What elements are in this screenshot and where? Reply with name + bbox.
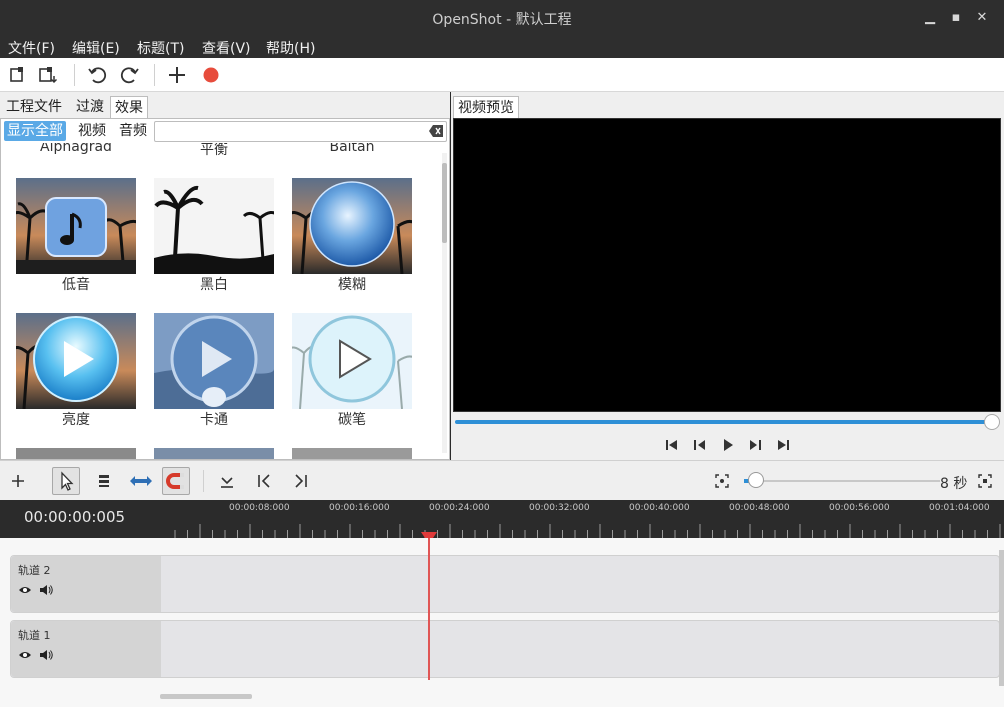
filter-bar: 显示全部 视频 音频 — [1, 119, 449, 143]
speaker-icon[interactable] — [39, 584, 53, 596]
effect-thumb-black-white[interactable] — [154, 178, 274, 274]
minimize-button[interactable]: ▁ — [922, 10, 938, 26]
menu-help[interactable]: 帮助(H) — [266, 38, 315, 58]
redo-icon[interactable] — [119, 64, 141, 86]
timeline-tracks: 轨道 2 轨道 1 — [0, 538, 1004, 707]
jump-start-icon[interactable] — [665, 438, 679, 452]
effect-thumb-cartoon[interactable] — [154, 313, 274, 409]
effect-thumb[interactable] — [292, 448, 412, 459]
effects-panel: 显示全部 视频 音频 Alphagrad 平衡 Baltan 低音 黑白 模糊 … — [0, 118, 450, 460]
magnet-icon — [166, 473, 184, 489]
snap-arrows-icon[interactable] — [127, 467, 155, 495]
eye-icon[interactable] — [18, 584, 32, 596]
import-icon[interactable] — [37, 64, 59, 86]
effect-label-baltan: Baltan — [329, 143, 375, 155]
track-row[interactable]: 轨道 1 — [10, 620, 1000, 678]
play-icon[interactable] — [721, 438, 735, 452]
add-track-icon[interactable] — [4, 467, 32, 495]
select-tool-button[interactable] — [52, 467, 80, 495]
zoom-label: 8 秒 — [940, 476, 968, 492]
center-timeline-icon[interactable] — [708, 467, 736, 495]
track-header[interactable]: 轨道 2 — [11, 556, 161, 612]
tab-transitions[interactable]: 过渡 — [72, 96, 108, 120]
effect-thumb[interactable] — [16, 448, 136, 459]
toolbar-separator — [154, 64, 155, 86]
effect-label-brightness: 亮度 — [62, 412, 90, 428]
preview-seek-bar[interactable] — [455, 420, 991, 424]
effect-label-charcoal: 碳笔 — [338, 412, 366, 428]
filter-audio[interactable]: 音频 — [116, 121, 150, 141]
effect-label-alphagrad: Alphagrad — [40, 143, 112, 155]
track-row[interactable]: 轨道 2 — [10, 555, 1000, 613]
toolbar-separator — [74, 64, 75, 86]
clear-search-icon[interactable] — [429, 125, 443, 137]
menu-edit[interactable]: 编辑(E) — [72, 38, 120, 58]
effect-thumb-charcoal[interactable] — [292, 313, 412, 409]
effects-scrollbar[interactable] — [442, 153, 447, 453]
preview-pane: 视频预览 — [451, 92, 1004, 460]
menu-view[interactable]: 查看(V) — [202, 38, 251, 58]
effect-thumb-blur[interactable] — [292, 178, 412, 274]
track-header[interactable]: 轨道 1 — [11, 621, 161, 677]
ruler-ticks — [174, 524, 1001, 538]
effect-label-black-white: 黑白 — [200, 277, 228, 293]
effect-label-bass: 低音 — [62, 277, 90, 293]
add-icon[interactable] — [166, 64, 188, 86]
undo-icon[interactable] — [86, 64, 108, 86]
menu-title[interactable]: 标题(T) — [137, 38, 184, 58]
maximize-button[interactable]: ▪ — [948, 10, 964, 26]
effect-thumb[interactable] — [154, 448, 274, 459]
tab-project-files[interactable]: 工程文件 — [2, 96, 66, 120]
toolbar-separator — [203, 470, 204, 492]
track-name: 轨道 1 — [18, 629, 51, 642]
timeline-horizontal-scrollbar[interactable] — [160, 694, 252, 699]
effect-thumb-brightness[interactable] — [16, 313, 136, 409]
menu-bar: 文件(F) 编辑(E) 标题(T) 查看(V) 帮助(H) — [0, 36, 1004, 58]
magnet-button[interactable] — [162, 467, 190, 495]
filter-show-all[interactable]: 显示全部 — [4, 121, 66, 141]
next-marker-icon[interactable] — [287, 467, 315, 495]
zoom-slider-handle[interactable] — [748, 472, 764, 488]
add-marker-icon[interactable] — [213, 467, 241, 495]
effect-label-blur: 模糊 — [338, 277, 366, 293]
search-input[interactable] — [154, 121, 447, 142]
record-icon[interactable] — [200, 64, 222, 86]
left-pane: 工程文件 过渡 效果 显示全部 视频 音频 Alphagrad 平衡 Balta… — [0, 92, 450, 460]
filter-video[interactable]: 视频 — [75, 121, 109, 141]
zoom-slider-track[interactable] — [744, 480, 940, 482]
timeline-ruler[interactable]: 00:00:00:005 00:00:08:000 00:00:16:000 0… — [0, 500, 1004, 544]
effect-thumb-bass[interactable] — [16, 178, 136, 274]
close-button[interactable]: ✕ — [974, 10, 990, 26]
previous-marker-icon[interactable] — [250, 467, 278, 495]
fast-forward-icon[interactable] — [748, 438, 762, 452]
tab-effects[interactable]: 效果 — [110, 96, 148, 120]
preview-seek-handle[interactable] — [984, 414, 1000, 430]
effect-label-balance: 平衡 — [200, 143, 228, 158]
menu-file[interactable]: 文件(F) — [8, 38, 55, 58]
razor-icon[interactable] — [90, 467, 118, 495]
eye-icon[interactable] — [18, 649, 32, 661]
title-bar: OpenShot - 默认工程 ▁ ▪ ✕ — [0, 0, 1004, 36]
pointer-icon — [61, 471, 74, 491]
scrollbar-thumb[interactable] — [442, 163, 447, 243]
speaker-icon[interactable] — [39, 649, 53, 661]
jump-end-icon[interactable] — [776, 438, 790, 452]
new-project-icon[interactable] — [6, 64, 28, 86]
rewind-icon[interactable] — [693, 438, 707, 452]
track-name: 轨道 2 — [18, 564, 51, 577]
playhead-line[interactable] — [428, 538, 430, 680]
tracks-vertical-scrollbar[interactable] — [999, 550, 1004, 686]
fit-timeline-icon[interactable] — [971, 467, 999, 495]
tab-video-preview[interactable]: 视频预览 — [453, 96, 519, 120]
video-canvas — [453, 118, 1001, 412]
effects-grid: Alphagrad 平衡 Baltan 低音 黑白 模糊 亮度 卡通 碳笔 — [1, 143, 441, 459]
main-toolbar — [0, 58, 1004, 92]
timeline-toolbar: 8 秒 — [0, 460, 1004, 500]
effect-label-cartoon: 卡通 — [200, 412, 228, 428]
window-title: OpenShot - 默认工程 — [432, 12, 572, 28]
